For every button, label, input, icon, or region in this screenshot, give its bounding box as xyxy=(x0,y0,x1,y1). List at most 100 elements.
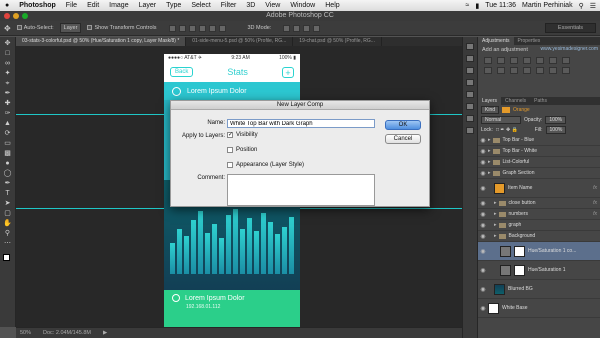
expand-arrow-icon[interactable]: ▸ xyxy=(494,200,497,206)
apple-menu-icon[interactable]: ● xyxy=(0,2,14,9)
name-field[interactable] xyxy=(227,119,375,128)
expand-arrow-icon[interactable]: ▸ xyxy=(488,159,491,165)
swatches-panel-icon[interactable] xyxy=(466,103,474,110)
opacity-field[interactable]: 100% xyxy=(545,116,567,124)
visibility-eye-icon[interactable]: ◉ xyxy=(478,305,488,312)
clock[interactable]: Tue 11:36 xyxy=(485,2,516,9)
layer-comps-panel-icon[interactable] xyxy=(466,127,474,134)
brush-icon[interactable]: ✑ xyxy=(3,110,13,118)
move-tool-icon[interactable]: ✥ xyxy=(4,24,11,33)
layer-mask-thumbnail[interactable] xyxy=(514,264,525,276)
user-name[interactable]: Martin Perhiniak xyxy=(522,2,573,9)
pen-icon[interactable]: ✒ xyxy=(3,180,13,188)
tab-adjustments[interactable]: Adjustments xyxy=(478,37,514,45)
color-balance-icon[interactable] xyxy=(562,57,570,64)
fill-field[interactable]: 100% xyxy=(545,126,567,134)
layer-row[interactable]: ◉ ▸ Graph Section xyxy=(478,168,600,179)
layer-row[interactable]: ◉ Item Name fx xyxy=(478,179,600,198)
hand-icon[interactable]: ✋ xyxy=(3,220,13,228)
visibility-eye-icon[interactable]: ◉ xyxy=(478,233,488,240)
gradient-icon[interactable]: ▩ xyxy=(3,150,13,158)
layer-row[interactable]: ◉ ▸ Background xyxy=(478,231,600,242)
menu-type[interactable]: Type xyxy=(161,2,186,9)
layer-row[interactable]: ◉ ▸ List-Colorful xyxy=(478,157,600,168)
visibility-eye-icon[interactable]: ◉ xyxy=(478,211,488,218)
eyedropper-icon[interactable]: ✒ xyxy=(3,90,13,98)
properties-panel-icon[interactable] xyxy=(466,55,474,62)
menu-view[interactable]: View xyxy=(260,2,285,9)
levels-icon[interactable] xyxy=(497,57,505,64)
bw-icon[interactable] xyxy=(484,67,492,74)
menu-help[interactable]: Help xyxy=(320,2,344,9)
zoom-level[interactable]: 50% xyxy=(20,330,31,336)
search-icon[interactable]: ⚲ xyxy=(579,2,584,10)
status-arrow-icon[interactable]: ▶ xyxy=(103,330,107,336)
list-icon[interactable]: ☰ xyxy=(590,2,596,10)
visibility-eye-icon[interactable]: ◉ xyxy=(478,185,488,192)
vibrance-icon[interactable] xyxy=(536,57,544,64)
layer-mask-thumbnail[interactable] xyxy=(514,245,525,257)
brush-panel-icon[interactable] xyxy=(466,67,474,74)
layer-row[interactable]: ◉ Hue/Saturation 1 xyxy=(478,261,600,280)
color-lookup-icon[interactable] xyxy=(523,67,531,74)
color-swatches[interactable] xyxy=(2,254,13,264)
move-icon[interactable]: ✥ xyxy=(3,40,13,48)
auto-select-toggle[interactable]: Auto-Select: xyxy=(16,25,54,31)
lock-icons[interactable]: □ ✒ ✥ 🔒 xyxy=(496,127,518,133)
photo-filter-icon[interactable] xyxy=(497,67,505,74)
layer-row[interactable]: ◉ ▸ numbers fx xyxy=(478,209,600,220)
position-checkbox[interactable]: Position xyxy=(227,147,257,153)
crop-icon[interactable]: ⌖ xyxy=(3,80,13,88)
visibility-eye-icon[interactable]: ◉ xyxy=(478,248,488,255)
visibility-eye-icon[interactable]: ◉ xyxy=(478,170,488,177)
info-panel-icon[interactable] xyxy=(466,115,474,122)
color-filter-icon[interactable] xyxy=(502,107,511,113)
close-window-icon[interactable] xyxy=(4,13,10,19)
transform-controls-toggle[interactable]: Show Transform Controls xyxy=(87,25,157,31)
tab-properties[interactable]: Properties xyxy=(514,37,545,45)
quick-select-icon[interactable]: ✦ xyxy=(3,70,13,78)
auto-select-target[interactable]: Layer xyxy=(59,23,82,33)
more-tools-icon[interactable]: ⋯ xyxy=(3,240,13,248)
expand-arrow-icon[interactable]: ▸ xyxy=(488,170,491,176)
visibility-eye-icon[interactable]: ◉ xyxy=(478,159,488,166)
layer-effects-icon[interactable]: fx xyxy=(593,200,597,206)
menu-layer[interactable]: Layer xyxy=(134,2,162,9)
menu-select[interactable]: Select xyxy=(186,2,215,9)
tab-paths[interactable]: Paths xyxy=(530,97,551,105)
3d-rotate-icon[interactable] xyxy=(283,24,291,32)
blur-icon[interactable]: ● xyxy=(3,160,13,168)
visibility-eye-icon[interactable]: ◉ xyxy=(478,137,488,144)
menu-window[interactable]: Window xyxy=(285,2,320,9)
3d-roll-icon[interactable] xyxy=(293,24,301,32)
tab-layers[interactable]: Layers xyxy=(478,97,502,105)
hue-icon[interactable] xyxy=(549,57,557,64)
expand-arrow-icon[interactable]: ▸ xyxy=(488,137,491,143)
visibility-eye-icon[interactable]: ◉ xyxy=(478,267,488,274)
align-bottom-icon[interactable] xyxy=(188,24,196,32)
layer-row[interactable]: ◉ ▸ Top Bar - Blue xyxy=(478,135,600,146)
tab-channels[interactable]: Channels xyxy=(501,97,530,105)
doc-tab-side-menu[interactable]: 01-side-menu-5.psd @ 50% (Profile, RG... xyxy=(186,37,294,46)
menu-filter[interactable]: Filter xyxy=(216,2,242,9)
menu-file[interactable]: File xyxy=(61,2,82,9)
character-panel-icon[interactable] xyxy=(466,79,474,86)
history-panel-icon[interactable] xyxy=(466,43,474,50)
type-icon[interactable]: T xyxy=(3,190,13,198)
layer-effects-icon[interactable]: fx xyxy=(593,185,597,191)
layer-row[interactable]: ◉ ▸ graph xyxy=(478,220,600,231)
expand-arrow-icon[interactable]: ▸ xyxy=(494,222,497,228)
visibility-checkbox[interactable]: ✓ Visibility xyxy=(227,132,258,138)
align-center-icon[interactable] xyxy=(208,24,216,32)
cancel-button[interactable]: Cancel xyxy=(385,134,421,144)
app-menu[interactable]: Photoshop xyxy=(14,2,61,9)
curves-icon[interactable] xyxy=(510,57,518,64)
blend-mode-select[interactable]: Normal xyxy=(481,116,521,124)
doc-size[interactable]: Doc: 2.04M/145.8M xyxy=(43,330,91,336)
battery-icon[interactable]: ▮ xyxy=(475,2,479,10)
align-top-icon[interactable] xyxy=(168,24,176,32)
layer-row[interactable]: ◉ Blurred BG xyxy=(478,280,600,299)
expand-arrow-icon[interactable]: ▸ xyxy=(488,148,491,154)
layer-row[interactable]: ◉ White Base xyxy=(478,299,600,318)
channel-mixer-icon[interactable] xyxy=(510,67,518,74)
